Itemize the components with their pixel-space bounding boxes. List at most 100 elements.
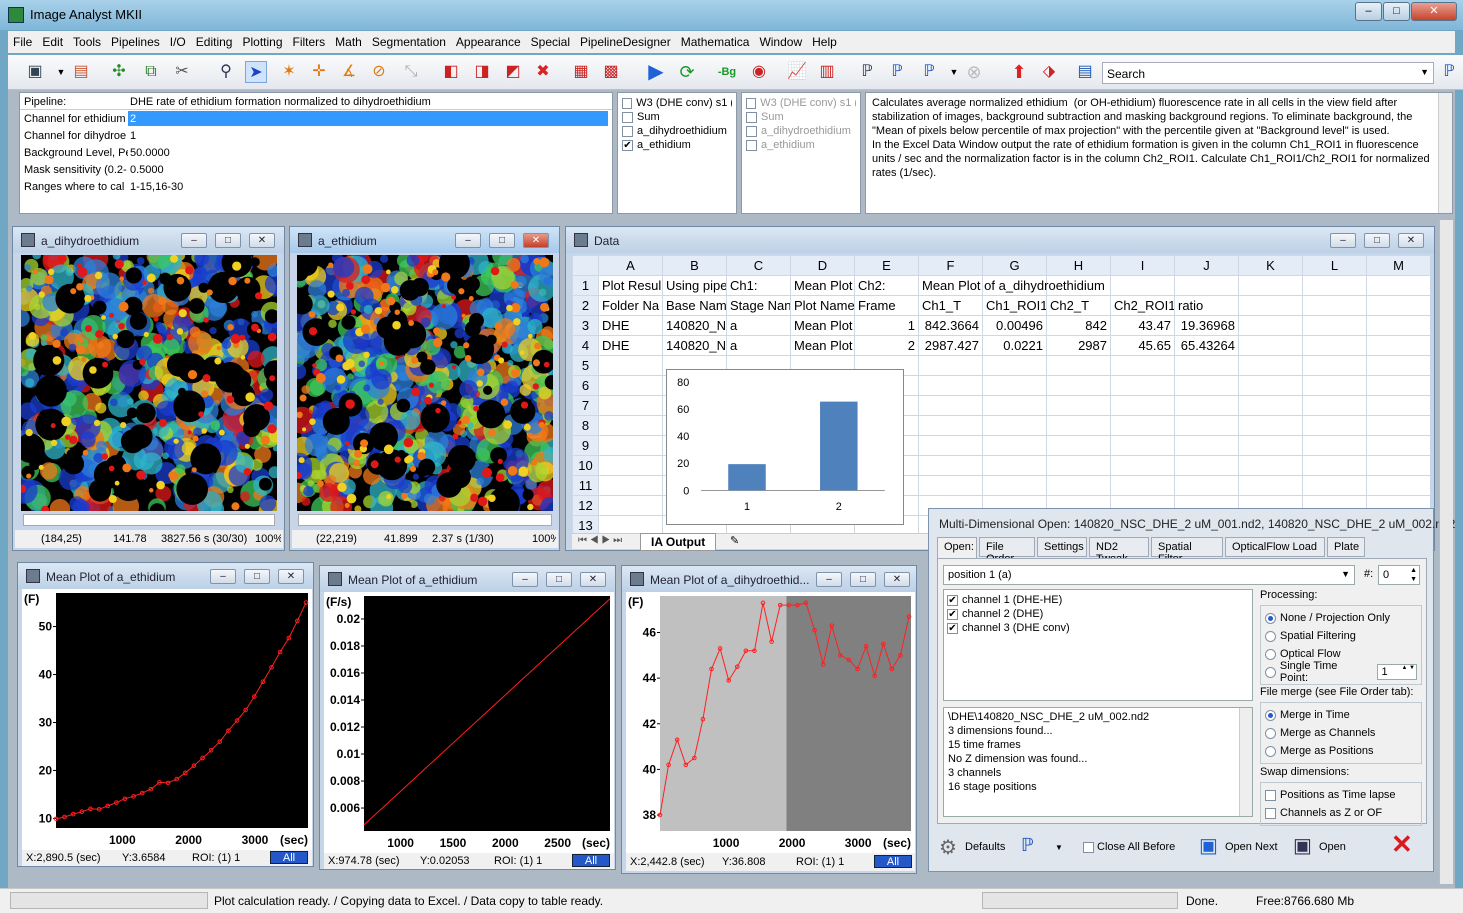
checkbox[interactable] [622, 125, 633, 137]
fluorescence-image[interactable] [21, 255, 277, 511]
checkbox[interactable] [746, 97, 757, 109]
table-cell[interactable] [598, 455, 663, 476]
save-icon[interactable]: ▤ [70, 61, 92, 83]
option[interactable]: Spatial Filtering [1265, 627, 1417, 645]
table-cell[interactable]: Mean Plot of a_dihydroethidium [918, 275, 1105, 296]
table-cell[interactable] [598, 415, 663, 436]
roi-copy-icon[interactable]: ◩ [502, 61, 524, 83]
radio[interactable] [1265, 727, 1276, 739]
table-cell[interactable]: Ch2_T [1046, 295, 1111, 316]
param-value[interactable]: 0.5000 [128, 162, 608, 177]
tab-spatialfilter[interactable]: Spatial Filter [1151, 537, 1223, 565]
network-icon[interactable]: ✣ [108, 61, 130, 83]
play-icon[interactable]: ▶ [645, 61, 667, 83]
dropdown-arrow-icon[interactable]: ▼ [50, 61, 72, 83]
table-cell[interactable] [982, 375, 1047, 396]
table-cell[interactable] [1238, 355, 1303, 376]
table-cell[interactable]: 2 [854, 335, 919, 356]
column-header[interactable]: I [1110, 255, 1175, 276]
table-cell[interactable] [982, 475, 1047, 496]
minimize-button[interactable]: – [455, 233, 481, 248]
close-button[interactable]: ✕ [278, 569, 304, 584]
restore-button[interactable]: □ [244, 569, 270, 584]
option[interactable]: Merge as Positions [1265, 742, 1417, 760]
table-cell[interactable]: Ch1_T [918, 295, 983, 316]
tab-fileorder[interactable]: File Order [979, 537, 1035, 565]
row-header[interactable]: 1 [572, 275, 599, 296]
table-cell[interactable] [1238, 335, 1303, 356]
tab-open[interactable]: Open: [937, 537, 977, 559]
table-cell[interactable]: 1 [854, 315, 919, 336]
line-plot[interactable]: (F/s) 0.006 0.008 0.01 0.012 0.014 0.016 0.018 0… [324, 592, 614, 853]
table-cell[interactable] [1174, 475, 1239, 496]
param-value[interactable]: 50.0000 [128, 145, 608, 160]
table-cell[interactable] [598, 475, 663, 496]
frame-slider[interactable] [23, 514, 275, 526]
plot-area[interactable] [56, 593, 308, 828]
plot-area[interactable] [364, 596, 610, 831]
channel-option[interactable]: W3 (DHE conv) s1 (a [622, 96, 732, 110]
channel-option[interactable]: ✔ channel 3 (DHE conv) [947, 621, 1249, 635]
table-cell[interactable] [1174, 275, 1239, 296]
row-header[interactable]: 3 [572, 315, 599, 336]
checkbox[interactable] [746, 111, 757, 123]
row-header[interactable]: 11 [572, 475, 599, 496]
tab-nd2tweak[interactable]: ND2 Tweak [1089, 537, 1149, 565]
table-cell[interactable] [1110, 475, 1175, 496]
roi-rect-icon[interactable]: ◧ [440, 61, 462, 83]
pipeline-search-icon[interactable]: ℙ [1438, 61, 1460, 83]
minimize-button[interactable]: – [210, 569, 236, 584]
column-header[interactable]: F [918, 255, 983, 276]
table-cell[interactable] [1366, 275, 1430, 296]
table-cell[interactable] [1110, 415, 1175, 436]
menu-tools[interactable]: Tools [68, 31, 106, 49]
table-cell[interactable] [1238, 275, 1303, 296]
table-cell[interactable]: Mean Plot [790, 335, 855, 356]
table-cell[interactable]: a [726, 315, 791, 336]
minimize-button[interactable]: – [816, 572, 842, 587]
row-header[interactable]: 12 [572, 495, 599, 516]
tab-plate[interactable]: Plate [1327, 537, 1365, 557]
channel-option[interactable]: W3 (DHE conv) s1 (a [746, 96, 856, 110]
table-cell[interactable] [1238, 435, 1303, 456]
column-header[interactable]: H [1046, 255, 1111, 276]
table-cell[interactable]: 65.43264 [1174, 335, 1239, 356]
radio[interactable] [1265, 745, 1276, 757]
dropdown-arrow-icon[interactable]: ▼ [1055, 843, 1063, 852]
close-button[interactable]: ✕ [1398, 233, 1424, 248]
menu-special[interactable]: Special [526, 31, 575, 49]
frame-slider[interactable] [298, 514, 552, 526]
table-cell[interactable] [1046, 455, 1111, 476]
pointer-icon[interactable]: ➤ [245, 61, 267, 83]
checkbox[interactable]: ✔ [947, 594, 958, 606]
position-select[interactable]: position 1 (a) ▼ [943, 565, 1355, 585]
table-cell[interactable]: 45.65 [1110, 335, 1175, 356]
menu-mathematica[interactable]: Mathematica [676, 31, 755, 49]
column-header[interactable]: M [1366, 255, 1430, 276]
table-cell[interactable] [1366, 355, 1430, 376]
table-cell[interactable] [1238, 315, 1303, 336]
restore-button[interactable]: □ [850, 572, 876, 587]
tab-opticalflowload[interactable]: OpticalFlow Load [1225, 537, 1325, 557]
close-button[interactable]: ✕ [249, 233, 275, 248]
table-cell[interactable] [1174, 355, 1239, 376]
column-header[interactable]: K [1238, 255, 1303, 276]
table-cell[interactable] [598, 395, 663, 416]
table-cell[interactable] [1238, 295, 1303, 316]
param-row[interactable]: Mask sensitivity (0.2- 0.5000 [20, 161, 612, 178]
checkbox[interactable] [622, 111, 633, 123]
minimize-button[interactable]: – [1355, 2, 1382, 21]
workspace-scrollbar[interactable] [1439, 220, 1453, 884]
menu-window[interactable]: Window [754, 31, 807, 49]
column-header[interactable]: D [790, 255, 855, 276]
table-cell[interactable]: Base Nam [662, 295, 727, 316]
menu-plotting[interactable]: Plotting [237, 31, 287, 49]
table-cell[interactable] [1174, 375, 1239, 396]
minimize-button[interactable]: – [1330, 233, 1356, 248]
table-cell[interactable]: 0.00496 [982, 315, 1047, 336]
all-rois-button[interactable]: All [270, 851, 308, 864]
checkbox[interactable] [746, 139, 757, 151]
table-cell[interactable] [918, 395, 983, 416]
table-cell[interactable] [1302, 315, 1367, 336]
option[interactable]: Merge as Channels [1265, 724, 1417, 742]
